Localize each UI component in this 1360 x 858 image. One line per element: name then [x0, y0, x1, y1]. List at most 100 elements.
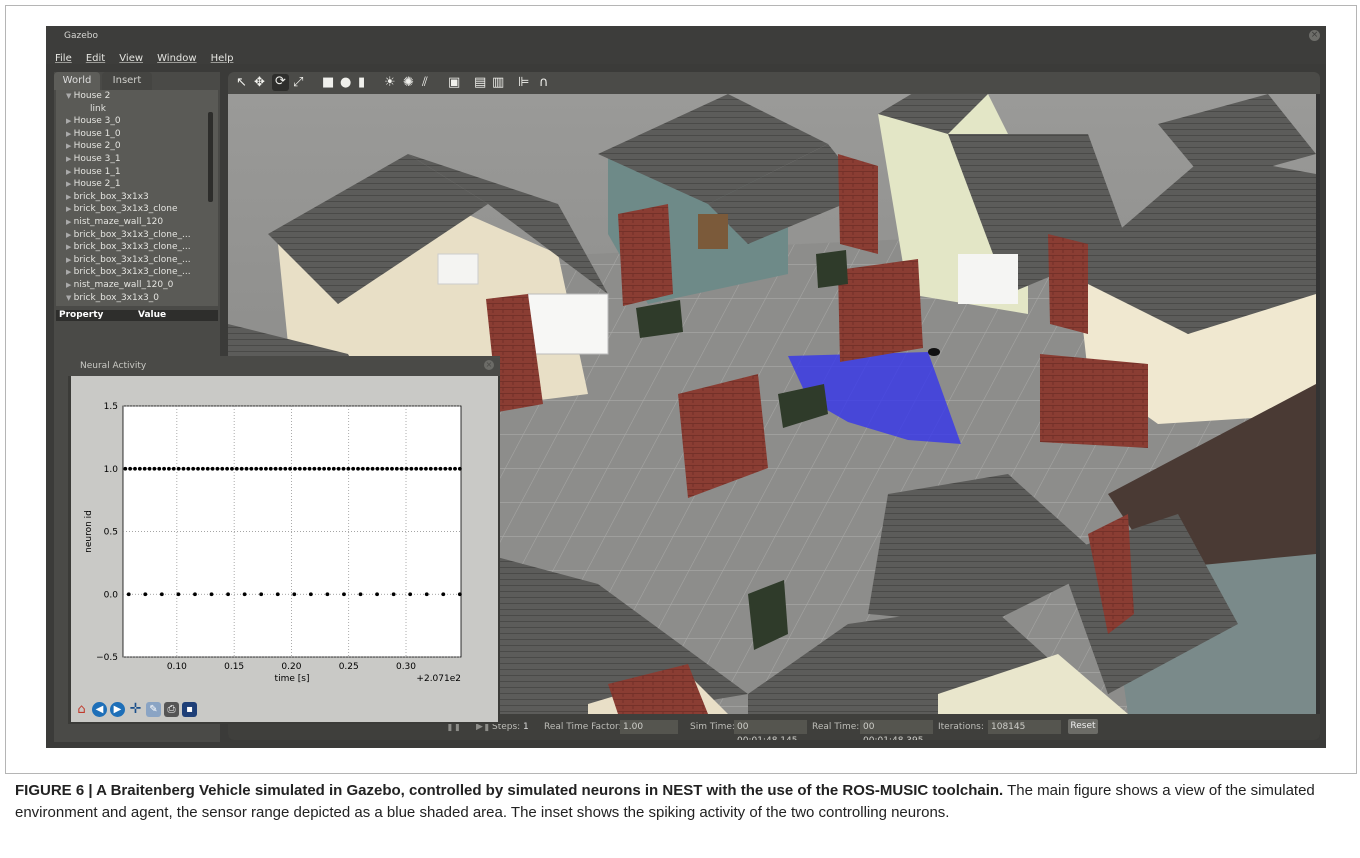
point-light-icon[interactable]: ☀: [384, 75, 396, 90]
spike-point: [404, 466, 409, 471]
menu-edit[interactable]: Edit: [86, 53, 105, 64]
pan-icon[interactable]: ✛: [128, 702, 143, 717]
tree-item[interactable]: ▶ nist_maze_wall_120_0: [66, 280, 173, 290]
spike-point: [312, 466, 317, 471]
configure-icon[interactable]: ✎: [146, 702, 161, 717]
tree-item[interactable]: ▶ House 2_1: [66, 179, 121, 189]
y-tick-label: 1.0: [104, 465, 119, 475]
menu-help[interactable]: Help: [211, 53, 234, 64]
expanded-arrow-icon[interactable]: ▼: [66, 294, 74, 302]
spike-point: [283, 466, 288, 471]
select-arrow-icon[interactable]: ↖: [236, 75, 247, 90]
expanded-arrow-icon[interactable]: ▼: [66, 92, 74, 100]
x-tick-label: 0.20: [281, 662, 301, 672]
spike-point: [448, 466, 453, 471]
tree-item[interactable]: link: [90, 104, 106, 114]
close-icon[interactable]: ×: [484, 360, 494, 370]
tab-insert[interactable]: Insert: [102, 72, 152, 90]
tree-item[interactable]: ▼ brick_box_3x1x3_0: [66, 293, 159, 303]
y-tick-label: 0.5: [104, 528, 118, 538]
cylinder-icon[interactable]: ▮: [358, 75, 365, 90]
back-icon[interactable]: ◀: [92, 702, 107, 717]
tree-item[interactable]: ▶ House 3_1: [66, 154, 121, 164]
tree-scrollbar[interactable]: [208, 112, 213, 202]
collapsed-arrow-icon[interactable]: ▶: [66, 142, 74, 150]
tree-item[interactable]: ▶ House 1_1: [66, 167, 121, 177]
spike-point: [142, 466, 147, 471]
tree-item-label: brick_box_3x1x3_clone_...: [73, 229, 191, 240]
translate-icon[interactable]: ✥: [254, 75, 265, 90]
box-icon[interactable]: ■: [322, 75, 334, 90]
rotate-icon[interactable]: ⟳: [272, 74, 289, 91]
collapsed-arrow-icon[interactable]: ▶: [66, 205, 74, 213]
collapsed-arrow-icon[interactable]: ▶: [66, 231, 74, 239]
tree-item[interactable]: ▶ brick_box_3x1x3_clone_...: [66, 230, 191, 240]
print-icon[interactable]: ⎙: [164, 702, 179, 717]
spike-point: [457, 592, 462, 597]
spike-point: [230, 466, 234, 471]
steps-value[interactable]: 1: [523, 722, 529, 732]
tree-item-label: House 1_1: [73, 166, 121, 177]
collapsed-arrow-icon[interactable]: ▶: [66, 256, 74, 264]
braitenberg-vehicle[interactable]: [928, 348, 940, 356]
menu-file[interactable]: File: [55, 53, 72, 64]
tree-item[interactable]: ▶ brick_box_3x1x3_clone_...: [66, 242, 191, 252]
sim-time-field[interactable]: 00 00:01:48.145: [734, 720, 807, 740]
collapsed-arrow-icon[interactable]: ▶: [66, 117, 74, 125]
collapsed-arrow-icon[interactable]: ▶: [66, 168, 74, 176]
spot-light-icon[interactable]: ✺: [403, 75, 414, 90]
collapsed-arrow-icon[interactable]: ▶: [66, 130, 74, 138]
spike-point: [210, 466, 215, 471]
sphere-icon[interactable]: ●: [340, 75, 351, 90]
spike-point: [419, 466, 423, 471]
scale-icon[interactable]: ⤢: [293, 75, 303, 90]
spike-point: [244, 466, 249, 471]
real-time-field[interactable]: 00 00:01:48.395: [860, 720, 933, 740]
iterations-field[interactable]: 108145: [988, 720, 1061, 734]
tree-item[interactable]: ▶ House 1_0: [66, 129, 121, 139]
rtf-field[interactable]: 1.00: [620, 720, 678, 734]
save-icon[interactable]: ▪: [182, 702, 197, 717]
figure-caption: FIGURE 6 | A Braitenberg Vehicle simulat…: [15, 780, 1345, 824]
collapsed-arrow-icon[interactable]: ▶: [66, 281, 74, 289]
x-offset-label: +2.071e2: [416, 674, 461, 684]
collapsed-arrow-icon[interactable]: ▶: [66, 243, 74, 251]
forward-icon[interactable]: ▶: [110, 702, 125, 717]
spike-point: [360, 466, 365, 471]
copy-icon[interactable]: ▤: [474, 75, 486, 90]
tree-item[interactable]: ▼ House 2: [66, 91, 110, 101]
tree-item[interactable]: ▶ brick_box_3x1x3_clone: [66, 204, 177, 214]
spike-point: [234, 466, 239, 471]
collapsed-arrow-icon[interactable]: ▶: [66, 180, 74, 188]
tree-item[interactable]: ▶ brick_box_3x1x3_clone_...: [66, 255, 191, 265]
tree-item[interactable]: ▶ nist_maze_wall_120: [66, 217, 163, 227]
align-icon[interactable]: ⊫: [518, 75, 529, 90]
screenshot-icon[interactable]: ▣: [448, 75, 460, 90]
menu-window[interactable]: Window: [157, 53, 196, 64]
tree-item[interactable]: ▶ House 3_0: [66, 116, 121, 126]
spike-point: [254, 466, 259, 471]
menu-view[interactable]: View: [119, 53, 143, 64]
tab-world[interactable]: World: [54, 72, 100, 90]
tree-item-label: brick_box_3x1x3_clone_...: [73, 242, 191, 253]
tree-item[interactable]: ▶ brick_box_3x1x3_clone_...: [66, 267, 191, 277]
collapsed-arrow-icon[interactable]: ▶: [66, 193, 74, 201]
collapsed-arrow-icon[interactable]: ▶: [66, 218, 74, 226]
spike-point: [264, 466, 268, 471]
spike-point: [167, 466, 171, 471]
paste-icon[interactable]: ▥: [492, 75, 504, 90]
spike-point: [341, 466, 346, 471]
home-icon[interactable]: ⌂: [74, 702, 89, 717]
spike-point: [409, 466, 414, 471]
world-tree: ▼ House 2 link ▶ House 3_0 ▶ House 1_0 ▶ Hou…: [56, 90, 218, 306]
reset-button[interactable]: Reset: [1068, 719, 1098, 734]
tree-item[interactable]: ▶ House 2_0: [66, 141, 121, 151]
collapsed-arrow-icon[interactable]: ▶: [66, 268, 74, 276]
close-icon[interactable]: ×: [1309, 30, 1320, 41]
title-bar: Gazebo ×: [46, 26, 1326, 46]
tree-item[interactable]: ▶ brick_box_3x1x3: [66, 192, 149, 202]
spike-point: [380, 466, 385, 471]
directional-light-icon[interactable]: ⫽: [422, 75, 428, 90]
snap-icon[interactable]: ∩: [539, 75, 549, 90]
collapsed-arrow-icon[interactable]: ▶: [66, 155, 74, 163]
